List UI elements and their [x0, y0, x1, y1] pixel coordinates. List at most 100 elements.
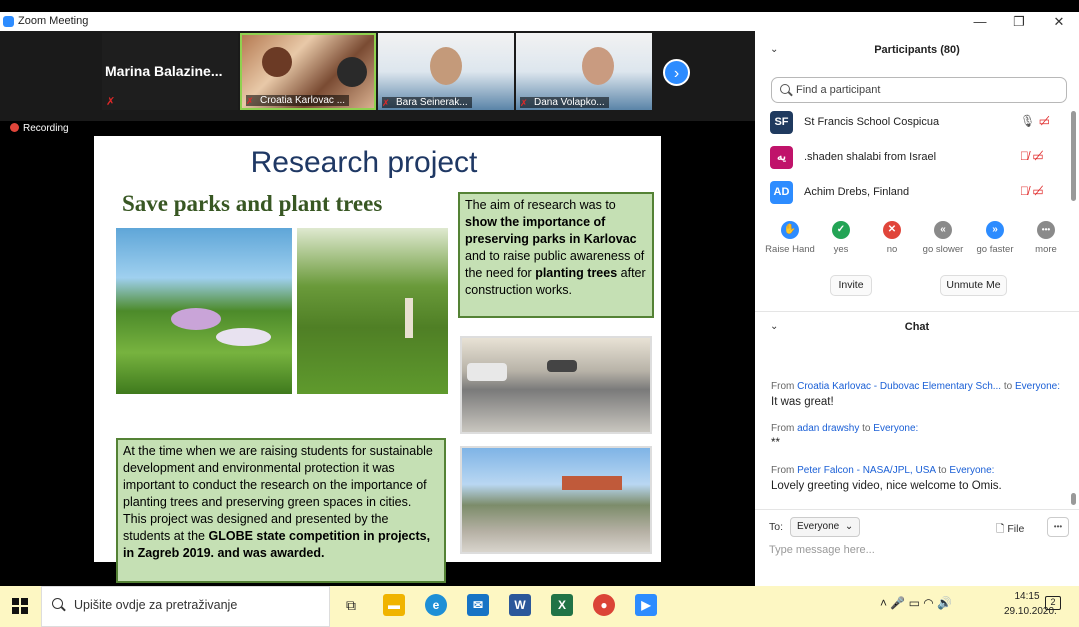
- participant-status: 🎙̸ ▭̸: [1020, 184, 1044, 198]
- chat-header: Chat: [904, 321, 930, 333]
- video-tile-marina[interactable]: Marina Balazine... ✗: [102, 33, 238, 110]
- mic-off-icon: ✗: [382, 98, 390, 108]
- windows-start-button[interactable]: [12, 598, 28, 614]
- car: [467, 363, 507, 381]
- raise-hand-icon: ✋: [781, 221, 799, 239]
- title-bar: Zoom Meeting — ❐ ✕: [0, 12, 1079, 31]
- chat-message-meta: From Croatia Karlovac - Dubovac Elementa…: [771, 381, 1061, 392]
- file-explorer-icon[interactable]: ▬: [383, 594, 405, 616]
- taskbar-clock[interactable]: 14:15 29.10.2020.: [1004, 589, 1057, 619]
- tile-name-large: Marina Balazine...: [105, 63, 223, 79]
- video-off-icon: ▭̸: [1038, 114, 1050, 128]
- task-view-icon[interactable]: ⧉: [340, 594, 362, 616]
- windows-logo-icon: [12, 598, 19, 605]
- street-photo-1: [460, 336, 652, 434]
- mic-off-icon: ✗: [106, 96, 116, 108]
- chrome-icon[interactable]: ●: [593, 594, 615, 616]
- mic-off-icon: ✗: [246, 96, 254, 106]
- minimize-button[interactable]: —: [960, 12, 1000, 31]
- go-slower-button[interactable]: «go slower: [917, 221, 969, 255]
- participant-row[interactable]: AD Achim Drebs, Finland 🎙̸ ▭̸: [770, 181, 1070, 205]
- search-icon: [780, 84, 790, 94]
- shared-slide: Research project Save parks and plant tr…: [94, 136, 661, 583]
- participant-name: .shaden shalabi from Israel: [804, 151, 937, 163]
- side-panel: ⌄ Participants (80) Find a participant S…: [755, 31, 1079, 586]
- next-page-button[interactable]: ›: [663, 59, 690, 86]
- mic-off-icon: ✗: [520, 98, 528, 108]
- building: [562, 476, 622, 490]
- participant-name: St Francis School Cospicua: [804, 116, 940, 128]
- chevron-down-icon: ⌄: [844, 521, 854, 532]
- no-button[interactable]: ✕ no: [866, 221, 918, 255]
- raise-hand-button[interactable]: ✋ Raise Hand: [764, 221, 816, 255]
- chat-message-input[interactable]: Type message here...: [769, 544, 875, 556]
- word-icon[interactable]: W: [509, 594, 531, 616]
- edge-icon[interactable]: e: [425, 594, 447, 616]
- more-button[interactable]: ••• more: [1020, 221, 1072, 255]
- video-off-icon: ▭̸: [1032, 184, 1044, 198]
- body-text-box: At the time when we are raising students…: [116, 438, 446, 583]
- zoom-logo-icon: [3, 16, 14, 27]
- participant-silhouette: [262, 47, 292, 77]
- notification-center-icon[interactable]: 2: [1045, 596, 1061, 610]
- participant-row[interactable]: SF St Francis School Cospicua 🎙 ▭̸: [770, 111, 1070, 135]
- search-icon: [52, 598, 63, 609]
- tile-name: ✗ Dana Volapko...: [520, 97, 609, 108]
- more-icon: •••: [1037, 221, 1055, 239]
- mic-off-icon: 🎙̸: [1020, 184, 1029, 198]
- restore-button[interactable]: ❐: [999, 12, 1039, 31]
- participant-silhouette: [430, 47, 462, 85]
- slide-subtitle: Save parks and plant trees: [122, 191, 383, 216]
- tile-name: ✗ Bara Seinerak...: [382, 97, 472, 108]
- video-tile-croatia[interactable]: ✗ Croatia Karlovac ...: [240, 33, 376, 110]
- close-button[interactable]: ✕: [1039, 12, 1079, 31]
- avatar: SF: [770, 111, 793, 134]
- chat-input-divider: [755, 509, 1079, 510]
- video-off-icon: ▭̸: [1032, 149, 1044, 163]
- chat-message-text: **: [771, 437, 780, 449]
- monument: [405, 298, 413, 338]
- to-label: To:: [769, 521, 784, 533]
- recipient-select[interactable]: Everyone ⌄: [790, 517, 861, 537]
- participant-row[interactable]: ﻳﻪ .shaden shalabi from Israel 🎙̸ ▭̸: [770, 146, 1070, 170]
- participants-header: Participants (80): [874, 44, 960, 56]
- participant-search-input[interactable]: Find a participant: [771, 77, 1067, 103]
- zoom-meeting-window: { "window": {"title": "Zoom Meeting", "m…: [0, 0, 1079, 627]
- system-tray-icons[interactable]: ˄ 🎤 ▭ ◠ 🔊: [880, 596, 952, 610]
- chat-message-text: It was great!: [771, 396, 834, 408]
- taskbar-search-input[interactable]: Upišite ovdje za pretraživanje: [41, 586, 330, 627]
- mail-icon[interactable]: ✉: [467, 594, 489, 616]
- flower-bush: [216, 328, 271, 346]
- chat-message-meta: From adan drawshy to Everyone:: [771, 423, 919, 434]
- go-faster-button[interactable]: » go faster: [969, 221, 1021, 255]
- excel-icon[interactable]: X: [551, 594, 573, 616]
- go-slower-icon: «: [934, 221, 952, 239]
- panel-divider: [755, 311, 1079, 312]
- clock-time: 14:15: [1014, 591, 1040, 602]
- chat-message-text: Lovely greeting video, nice welcome to O…: [771, 480, 1002, 492]
- video-tile-bara[interactable]: ✗ Bara Seinerak...: [378, 33, 514, 110]
- car: [547, 360, 577, 372]
- avatar: ﻳﻪ: [770, 146, 793, 169]
- file-button[interactable]: 🗋 File: [996, 521, 1024, 539]
- flower-bush: [171, 308, 221, 330]
- window-title: Zoom Meeting: [18, 15, 89, 27]
- avatar: AD: [770, 181, 793, 204]
- participant-status: 🎙̸ ▭̸: [1020, 149, 1044, 163]
- participants-scrollbar[interactable]: [1071, 111, 1076, 201]
- yes-button[interactable]: ✓ yes: [815, 221, 867, 255]
- mic-off-icon: 🎙̸: [1020, 149, 1029, 163]
- go-faster-icon: »: [986, 221, 1004, 239]
- street-photo-2: [460, 446, 652, 554]
- participant-silhouette: [337, 57, 367, 87]
- mic-on-icon: 🎙: [1020, 114, 1036, 128]
- chat-more-button[interactable]: •••: [1047, 517, 1069, 537]
- invite-button[interactable]: Invite: [830, 275, 872, 296]
- recording-indicator: Recording: [10, 123, 69, 134]
- chat-scrollbar[interactable]: [1071, 493, 1076, 505]
- video-tile-dana[interactable]: ✗ Dana Volapko...: [516, 33, 652, 110]
- zoom-app-icon[interactable]: ▶: [635, 594, 657, 616]
- unmute-me-button[interactable]: Unmute Me: [940, 275, 1007, 296]
- tile-name: ✗ Croatia Karlovac ...: [246, 95, 350, 106]
- participant-name: Achim Drebs, Finland: [804, 186, 910, 198]
